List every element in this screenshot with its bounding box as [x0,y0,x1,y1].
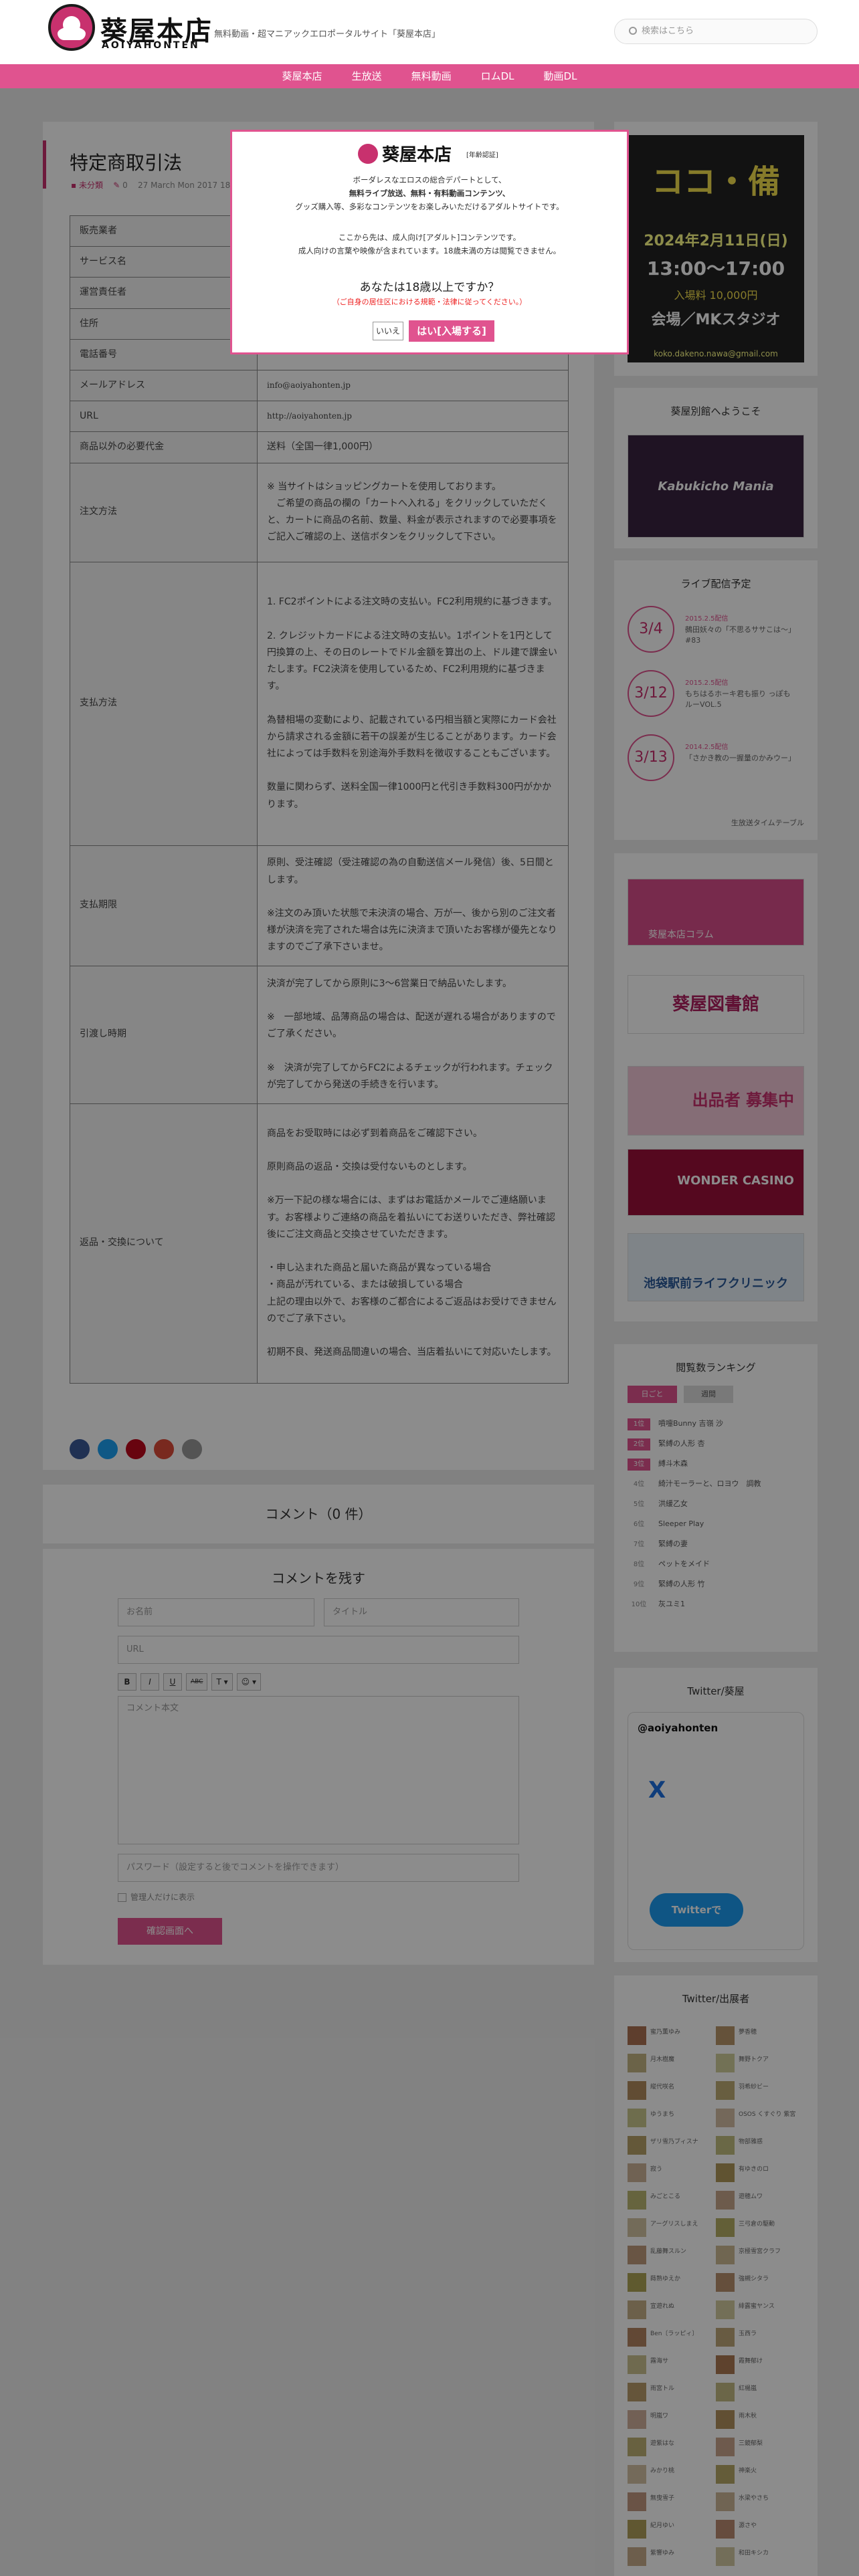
modal-line-6: 成人向けの言葉や映像が含まれています。18歳未満の方は閲覧できません。 [298,246,561,255]
nav-item-video-dl[interactable]: 動画DL [529,64,592,88]
modal-backdrop[interactable] [0,88,859,2576]
modal-warning: （ご自身の居住区における規範・法律に従ってください。） [332,298,527,306]
modal-question: あなたは18歳以上ですか？ [359,281,500,294]
enter-button[interactable]: はい[入場する] [409,320,494,342]
site-header: 葵屋本店 AOIYAHONTEN 無料動画・超マニアックエロポータルサイト「葵屋… [0,0,859,64]
logo-icon[interactable] [48,4,95,51]
search-input[interactable]: 検索はこちら [614,19,818,44]
main-nav: 葵屋本店 生放送 無料動画 ロムDL 動画DL [0,64,859,88]
modal-line-2: 無料ライブ放送、無料・有料動画コンテンツ、 [349,189,510,198]
logo-subtext: AOIYAHONTEN [102,40,200,51]
age-verification-dialog: 葵屋本店 [年齢認証] ボーダレスなエロスの総合デパートとして、 無料ライブ放送… [230,130,629,354]
nav-item-rom-dl[interactable]: ロムDL [466,64,529,88]
no-button[interactable]: いいえ [373,322,403,340]
search-icon [629,27,637,35]
site-tagline: 無料動画・超マニアックエロポータルサイト「葵屋本店」 [214,29,441,39]
modal-logo-text: 葵屋本店 [382,145,452,165]
nav-item-home[interactable]: 葵屋本店 [268,64,337,88]
nav-item-free-video[interactable]: 無料動画 [397,64,466,88]
modal-line-5: ここから先は、成人向け[アダルト]コンテンツです。 [338,233,521,242]
modal-line-3: グッズ購入等、多彩なコンテンツをお楽しみいただけるアダルトサイトです。 [295,202,564,211]
nav-item-live[interactable]: 生放送 [337,64,397,88]
modal-line-1: ボーダレスなエロスの総合デパートとして、 [353,175,506,185]
modal-logo-icon [358,144,378,164]
modal-badge: [年齢認証] [466,152,498,159]
